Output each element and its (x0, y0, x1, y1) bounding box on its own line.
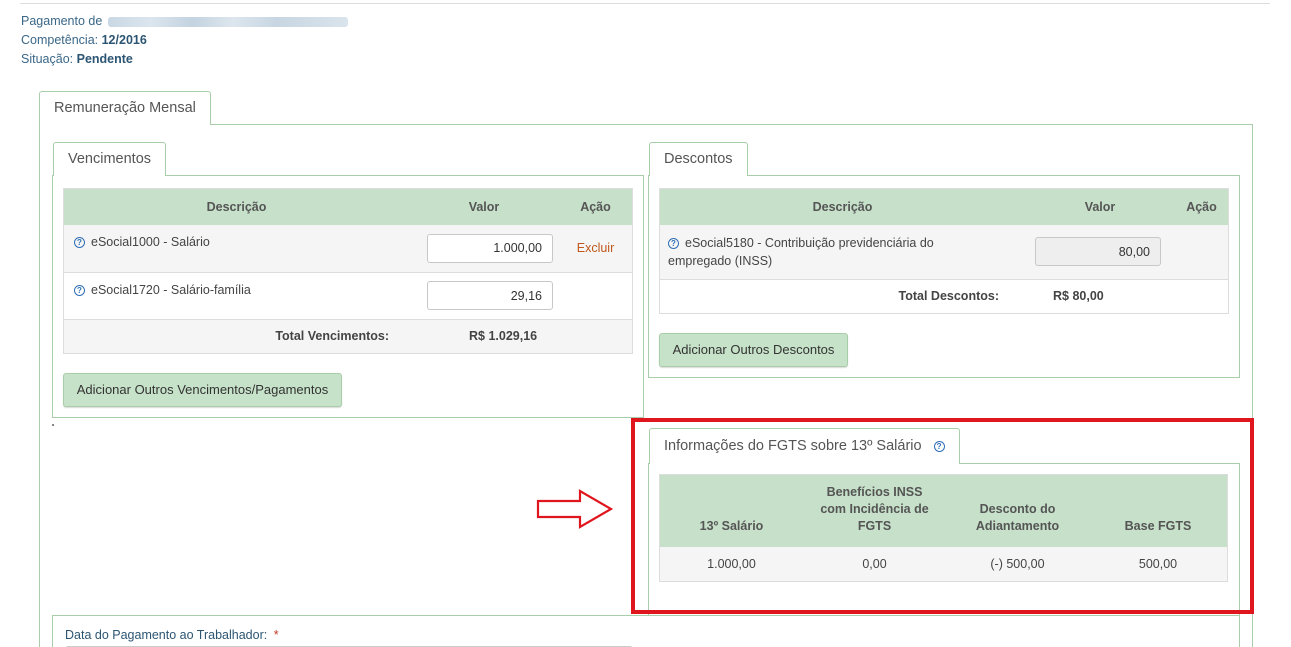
valor-input-readonly (1035, 237, 1161, 267)
col2-line2: com Incidência de (820, 502, 929, 516)
total-label: Total Vencimentos: (275, 329, 389, 344)
required-mark: * (273, 628, 279, 642)
tab-vencimentos-label: Vencimentos (68, 151, 152, 167)
descontos-table-wrap: Descrição Valor Ação ? eSocial5180 - Cont… (659, 188, 1229, 314)
tab-fgts-label: Informações do FGTS sobre 13º Salário (664, 438, 922, 454)
situacao-line: Situação: Pendente (21, 50, 348, 69)
data-pagamento-label: Data do Pagamento ao Trabalhador: (65, 628, 268, 642)
help-icon[interactable]: ? (933, 441, 945, 452)
tab-remuneracao-label: Remuneração Mensal (54, 100, 196, 116)
fgts-table-wrap: 13º Salário Benefícios INSS com Incidênc… (659, 474, 1228, 582)
cell-13-salario: 1.000,00 (707, 557, 756, 571)
tab-remuneracao-mensal[interactable]: Remuneração Mensal (39, 91, 211, 125)
descricao-cell: ? eSocial1000 - Salário (64, 225, 409, 272)
total-row: Total Descontos: R$ 80,00 (660, 279, 1228, 313)
fgts-table: 13º Salário Benefícios INSS com Incidênc… (660, 475, 1227, 581)
situacao-label: Situação: (21, 52, 74, 66)
tab-descontos[interactable]: Descontos (649, 142, 748, 176)
total-empty (559, 319, 632, 353)
descricao-text: eSocial1000 - Salário (91, 235, 210, 249)
total-row: Total Vencimentos: R$ 1.029,16 (64, 319, 632, 353)
help-icon[interactable]: ? (74, 237, 85, 248)
valor-input[interactable] (427, 233, 553, 263)
data-pagamento-label-wrap: Data do Pagamento ao Trabalhador: * (65, 628, 279, 642)
descricao-text-line2: empregado (INSS) (668, 254, 773, 268)
descontos-header-row: Descrição Valor Ação (660, 189, 1228, 225)
descontos-table: Descrição Valor Ação ? eSocial5180 - Cont… (660, 189, 1228, 313)
add-descontos-button[interactable]: Adicionar Outros Descontos (659, 333, 848, 367)
col2-line3: FGTS (857, 519, 892, 533)
descricao-text-line1: eSocial5180 - Contribuição previdenciári… (685, 236, 934, 250)
col-acao: Ação (559, 189, 632, 225)
pagamento-label: Pagamento de (21, 14, 103, 28)
col3-line2: Adiantamento (975, 519, 1060, 533)
pagamento-line: Pagamento de (21, 12, 348, 31)
descricao-cell: ? eSocial1720 - Salário-família (64, 272, 409, 319)
add-vencimentos-button[interactable]: Adicionar Outros Vencimentos/Pagamentos (63, 373, 342, 407)
col-valor: Valor (409, 189, 559, 225)
payment-header: Pagamento de Competência: 12/2016 Situaç… (21, 12, 348, 69)
col-valor: Valor (1025, 189, 1175, 225)
redacted-name (107, 16, 348, 27)
acao-cell: Excluir (559, 225, 632, 272)
vencimentos-header-row: Descrição Valor Ação (64, 189, 632, 225)
col-descricao: Descrição (64, 189, 409, 225)
situacao-value: Pendente (76, 52, 133, 66)
table-row: ? eSocial1720 - Salário-família (64, 272, 632, 319)
descricao-text: eSocial1720 - Salário-família (91, 282, 251, 297)
help-icon[interactable]: ? (668, 238, 679, 249)
dot-mark (52, 424, 54, 426)
table-row: ? eSocial1000 - Salário Excluir (64, 225, 632, 272)
col-beneficios-inss: Benefícios INSS com Incidência de FGTS (803, 475, 946, 547)
tab-fgts[interactable]: Informações do FGTS sobre 13º Salário ? (649, 428, 960, 464)
col-acao: Ação (1175, 189, 1228, 225)
vencimentos-table: Descrição Valor Ação ? eSocial1000 - Salá… (64, 189, 632, 353)
cell-base-fgts: 500,00 (1138, 557, 1178, 571)
col-base-fgts: Base FGTS (1089, 475, 1227, 547)
acao-cell (559, 272, 632, 319)
valor-cell (409, 225, 559, 272)
vencimentos-panel: Descrição Valor Ação ? eSocial1000 - Salá… (52, 175, 644, 418)
total-empty (1175, 279, 1228, 313)
total-value: R$ 80,00 (1053, 289, 1104, 304)
col2-line1: Benefícios INSS (826, 485, 923, 499)
competencia-line: Competência: 12/2016 (21, 31, 348, 50)
table-row: ? eSocial5180 - Contribuição previdenciár… (660, 225, 1228, 279)
competencia-label: Competência: (21, 33, 99, 47)
col-desconto-adiantamento: Desconto do Adiantamento (946, 475, 1089, 547)
top-divider (20, 3, 1270, 4)
col-descricao: Descrição (660, 189, 1025, 225)
total-value: R$ 1.029,16 (469, 329, 538, 344)
valor-cell (1025, 225, 1175, 279)
table-row: 1.000,00 0,00 (-) 500,00 500,00 (660, 547, 1227, 581)
vencimentos-table-wrap: Descrição Valor Ação ? eSocial1000 - Salá… (63, 188, 633, 354)
tab-descontos-label: Descontos (664, 151, 733, 167)
descricao-cell: ? eSocial5180 - Contribuição previdenciár… (660, 225, 1025, 279)
fgts-header-row: 13º Salário Benefícios INSS com Incidênc… (660, 475, 1227, 547)
excluir-link[interactable]: Excluir (577, 241, 615, 255)
help-icon[interactable]: ? (74, 284, 85, 296)
tab-vencimentos[interactable]: Vencimentos (53, 142, 167, 176)
valor-input[interactable] (427, 281, 553, 310)
arrow-right-icon (536, 489, 614, 529)
cell-beneficios-inss: 0,00 (862, 557, 887, 571)
col-13-salario: 13º Salário (660, 475, 803, 547)
acao-cell (1175, 225, 1228, 279)
data-pagamento-panel: Data do Pagamento ao Trabalhador: * (52, 615, 1240, 647)
total-label: Total Descontos: (898, 289, 999, 304)
competencia-value: 12/2016 (101, 33, 147, 47)
descontos-panel: Descrição Valor Ação ? eSocial5180 - Cont… (648, 175, 1240, 378)
cell-desconto-adiantamento: (-) 500,00 (990, 557, 1045, 571)
col3-line1: Desconto do (979, 502, 1056, 516)
valor-cell (409, 272, 559, 319)
